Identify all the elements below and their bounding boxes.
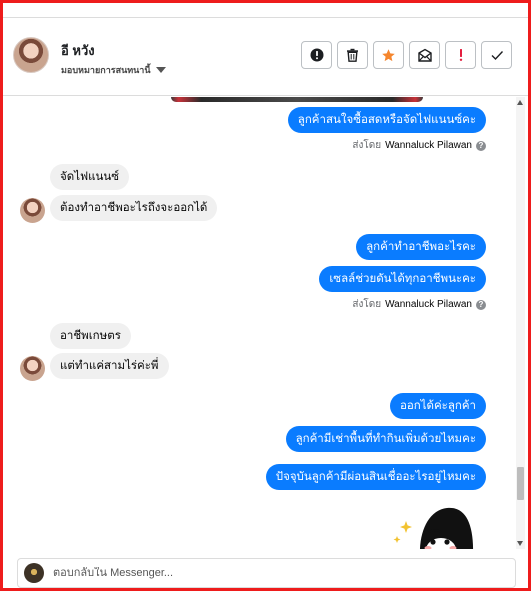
image-attachment[interactable]	[171, 97, 423, 102]
contact-name[interactable]: อี หวัง	[61, 40, 95, 61]
exclamation-circle-icon	[310, 48, 323, 62]
help-icon[interactable]: ?	[476, 299, 486, 310]
star-icon	[382, 48, 395, 61]
sent-by-label: ส่งโดย Wannaluck Pilawan ?	[352, 138, 486, 153]
message-thread[interactable]: ลูกค้าสนใจซื้อสดหรือจัดไฟแนนซ์คะ ส่งโดย …	[3, 97, 516, 549]
message-incoming[interactable]: จัดไฟแนนซ์	[50, 164, 130, 190]
help-icon[interactable]: ?	[476, 140, 486, 151]
caret-down-icon	[155, 67, 166, 73]
message-outgoing[interactable]: ลูกค้ามีเช่าพื้นที่ทำกินเพิ่มด้วยไหมคะ	[285, 426, 486, 452]
scroll-up-arrow-icon[interactable]	[517, 100, 523, 105]
conversation-header: อี หวัง มอบหมายการสนทนานี้	[3, 18, 528, 96]
message-incoming[interactable]: แต่ทำแค่สามไร่ค่ะพี่	[50, 353, 169, 379]
messenger-window: อี หวัง มอบหมายการสนทนานี้ ลูกค้าสนใจซื้…	[0, 0, 531, 591]
contact-avatar[interactable]	[13, 37, 49, 73]
sent-by-label: ส่งโดย Wannaluck Pilawan ?	[352, 297, 486, 312]
message-outgoing[interactable]: ลูกค้าสนใจซื้อสดหรือจัดไฟแนนซ์คะ	[287, 107, 486, 133]
top-strip	[3, 3, 528, 18]
contact-avatar-small[interactable]	[20, 356, 45, 381]
star-button[interactable]	[373, 41, 404, 69]
scrollbar-thumb[interactable]	[517, 467, 524, 500]
page-avatar	[24, 563, 44, 583]
assign-conversation-label: มอบหมายการสนทนานี้	[61, 65, 151, 75]
message-incoming[interactable]: ต้องทำอาชีพอะไรถึงจะออกได้	[50, 195, 218, 221]
message-outgoing[interactable]: ปัจจุบันลูกค้ามีผ่อนสินเชื่ออะไรอยู่ไหมค…	[265, 464, 486, 490]
sent-by-prefix: ส่งโดย	[352, 140, 382, 151]
delete-button[interactable]	[337, 41, 368, 69]
envelope-open-icon	[417, 48, 432, 62]
message-incoming[interactable]: อาชีพเกษตร	[50, 323, 131, 349]
check-icon	[491, 51, 503, 61]
contact-avatar-small[interactable]	[20, 198, 45, 223]
sent-by-agent: Wannaluck Pilawan	[385, 140, 472, 151]
message-outgoing[interactable]: ออกได้ค่ะลูกค้า	[389, 393, 486, 419]
scroll-down-arrow-icon[interactable]	[517, 541, 523, 546]
action-toolbar	[301, 41, 512, 69]
report-spam-button[interactable]	[301, 41, 332, 69]
assign-conversation-dropdown[interactable]: มอบหมายการสนทนานี้	[61, 63, 166, 77]
thread-scrollbar[interactable]	[516, 97, 525, 549]
sticker[interactable]	[392, 507, 474, 549]
message-outgoing[interactable]: ลูกค้าทำอาชีพอะไรคะ	[356, 234, 486, 260]
exclamation-icon	[459, 49, 462, 61]
reply-input[interactable]	[53, 567, 493, 579]
reply-composer	[17, 558, 516, 588]
sent-by-prefix: ส่งโดย	[352, 299, 382, 310]
sent-by-agent: Wannaluck Pilawan	[385, 299, 472, 310]
trash-icon	[347, 48, 358, 62]
mark-unread-button[interactable]	[409, 41, 440, 69]
mark-done-button[interactable]	[481, 41, 512, 69]
follow-up-button[interactable]	[445, 41, 476, 69]
message-outgoing[interactable]: เซลล์ช่วยดันได้ทุกอาชีพนะคะ	[319, 266, 486, 292]
